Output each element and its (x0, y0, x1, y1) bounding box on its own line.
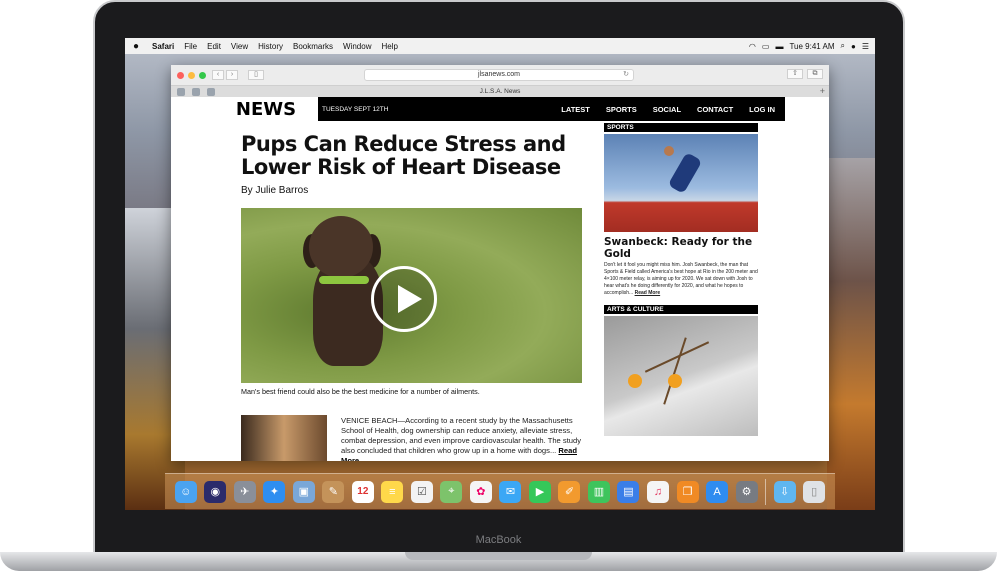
pages-icon[interactable]: ✐ (558, 480, 581, 503)
sidebar: SPORTS Swanbeck: Ready for the Gold Don'… (604, 123, 758, 436)
nav-contact[interactable]: CONTACT (697, 105, 733, 114)
arts-section-label: ARTS & CULTURE (604, 305, 758, 314)
trash-icon[interactable]: ▯ (803, 480, 826, 503)
story-thumbnail[interactable] (241, 415, 327, 461)
tabs-overview-icon[interactable]: ⧉ (807, 69, 823, 79)
play-icon[interactable] (371, 266, 437, 332)
minimize-icon[interactable] (188, 71, 195, 79)
menu-file[interactable]: File (179, 42, 202, 51)
web-page: NEWS TUESDAY SEPT 12TH LATEST SPORTS SOC… (171, 97, 829, 461)
downloads-icon[interactable]: ⇩ (773, 480, 796, 503)
nav-social[interactable]: SOCIAL (653, 105, 681, 114)
article-video[interactable] (241, 208, 582, 383)
site-nav: NEWS TUESDAY SEPT 12TH LATEST SPORTS SOC… (214, 97, 785, 121)
nav-sports[interactable]: SPORTS (606, 105, 637, 114)
menu-bar: ● Safari File Edit View History Bookmark… (125, 38, 875, 54)
sports-image[interactable] (604, 134, 758, 232)
article-byline: By Julie Barros (241, 185, 309, 196)
screen: ● Safari File Edit View History Bookmark… (125, 38, 875, 510)
photos-icon[interactable]: ✿ (469, 480, 492, 503)
toolbar-right: ⇧ ⧉ (787, 69, 823, 79)
sculpture-rod (663, 337, 687, 405)
sports-section-label: SPORTS (604, 123, 758, 132)
music-icon[interactable]: ♫ (647, 480, 669, 503)
nav-links: LATEST SPORTS SOCIAL CONTACT LOG IN (561, 105, 785, 114)
back-icon[interactable]: ‹ (212, 70, 224, 80)
story-text: VENICE BEACH—According to a recent study… (341, 416, 583, 461)
sports-summary-body: Don't let it fool you might miss him. Jo… (604, 262, 758, 296)
zoom-icon[interactable] (199, 71, 206, 79)
menu-view[interactable]: View (226, 42, 253, 51)
sports-headline[interactable]: Swanbeck: Ready for the Gold (604, 236, 758, 260)
puppy-collar (319, 276, 369, 284)
reminders-icon[interactable]: ☑ (410, 480, 433, 503)
menu-window[interactable]: Window (338, 42, 376, 51)
nav-latest[interactable]: LATEST (561, 105, 590, 114)
wallpaper-right (827, 158, 875, 510)
sports-read-more-link[interactable]: Read More (635, 290, 661, 296)
nav-login[interactable]: LOG IN (749, 105, 775, 114)
launchpad-icon[interactable]: ✈ (233, 480, 256, 503)
siri-icon[interactable]: ◉ (204, 480, 227, 503)
books-icon[interactable]: ❐ (676, 480, 699, 503)
address-bar[interactable]: jlsanews.com ↻ (364, 69, 634, 81)
menu-safari[interactable]: Safari (147, 42, 179, 51)
desktop-scene: MacBook ● Safari File Edit View History … (0, 0, 997, 571)
laptop-notch (405, 552, 592, 560)
calendar-icon[interactable]: 12 (351, 480, 374, 503)
system-preferences-icon[interactable]: ⚙ (735, 480, 758, 503)
spotlight-icon[interactable]: ⌕ (841, 41, 845, 51)
story-body: VENICE BEACH—According to a recent study… (341, 416, 582, 455)
puppy-head (309, 216, 373, 278)
laptop-brand-label: MacBook (475, 534, 522, 546)
sculpture-ball (668, 374, 682, 388)
siri-menu-icon[interactable]: ● (851, 42, 856, 51)
keynote-icon[interactable]: ▤ (617, 480, 640, 503)
numbers-icon[interactable]: ▥ (587, 480, 610, 503)
runner-body (667, 152, 703, 194)
photos-preview-icon[interactable]: ▣ (292, 480, 315, 503)
menu-help[interactable]: Help (376, 42, 402, 51)
favorites-bar: J.L.S.A. News + (171, 85, 829, 97)
facetime-icon[interactable]: ▶ (528, 480, 551, 503)
dock: ☺ ◉ ✈ ✦ ▣ ✎ 12 ≡ ☑ ⌖ ✿ ✉ ▶ ✐ ▥ ▤ ♫ ❐ A ⚙… (165, 473, 835, 509)
safari-toolbar: ‹ › ▯ jlsanews.com ↻ ⇧ ⧉ (171, 65, 829, 85)
article-headline: Pups Can Reduce Stress and Lower Risk of… (241, 132, 566, 179)
reload-icon[interactable]: ↻ (623, 70, 629, 80)
site-date: TUESDAY SEPT 12TH (322, 105, 389, 113)
sports-summary: Don't let it fool you might miss him. Jo… (604, 262, 758, 297)
notification-center-icon[interactable]: ☰ (862, 42, 869, 51)
arts-image[interactable] (604, 316, 758, 436)
menu-edit[interactable]: Edit (202, 42, 226, 51)
sidebar-icon[interactable]: ▯ (248, 70, 264, 80)
share-icon[interactable]: ⇧ (787, 69, 803, 79)
site-logo[interactable]: NEWS (214, 97, 318, 121)
battery-icon[interactable]: ▬ (775, 42, 783, 51)
notes-icon[interactable]: ≡ (381, 480, 404, 503)
safari-icon[interactable]: ✦ (263, 480, 286, 503)
airplay-icon[interactable]: ▭ (762, 42, 770, 51)
menu-clock[interactable]: Tue 9:41 AM (789, 42, 834, 51)
video-caption: Man's best friend could also be the best… (241, 387, 480, 396)
forward-icon[interactable]: › (226, 70, 238, 80)
menu-history[interactable]: History (253, 42, 288, 51)
maps-icon[interactable]: ⌖ (440, 480, 463, 503)
close-icon[interactable] (177, 71, 184, 79)
finder-icon[interactable]: ☺ (174, 480, 197, 503)
safari-window: ‹ › ▯ jlsanews.com ↻ ⇧ ⧉ J.L.S.A. News + (171, 65, 829, 461)
messages-icon[interactable]: ✉ (499, 480, 522, 503)
apple-menu-icon[interactable]: ● (125, 41, 147, 52)
status-area: ◠ ▭ ▬ Tue 9:41 AM ⌕ ● ☰ (749, 41, 875, 51)
tab-title[interactable]: J.L.S.A. News (171, 88, 829, 95)
new-tab-icon[interactable]: + (820, 86, 825, 96)
url-text: jlsanews.com (477, 71, 520, 78)
menu-bookmarks[interactable]: Bookmarks (288, 42, 338, 51)
dock-separator (765, 478, 767, 505)
contacts-icon[interactable]: ✎ (322, 480, 345, 503)
sculpture-ball (628, 374, 642, 388)
runner-head (664, 146, 674, 156)
app-store-icon[interactable]: A (706, 480, 729, 503)
wifi-icon[interactable]: ◠ (749, 42, 756, 51)
